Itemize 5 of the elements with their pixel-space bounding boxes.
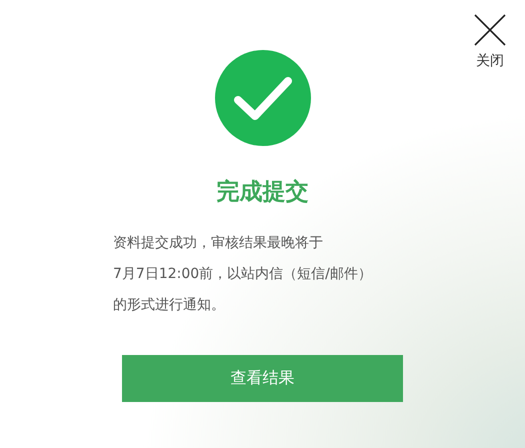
close-icon (474, 14, 506, 46)
check-icon (214, 50, 310, 146)
success-title: 完成提交 (216, 178, 308, 207)
result-message: 资料提交成功，审核结果最晚将于 7月7日12:00前，以站内信（短信/邮件） 的形式进行通知。 (113, 234, 372, 315)
close-button[interactable]: 关闭 (474, 14, 506, 70)
